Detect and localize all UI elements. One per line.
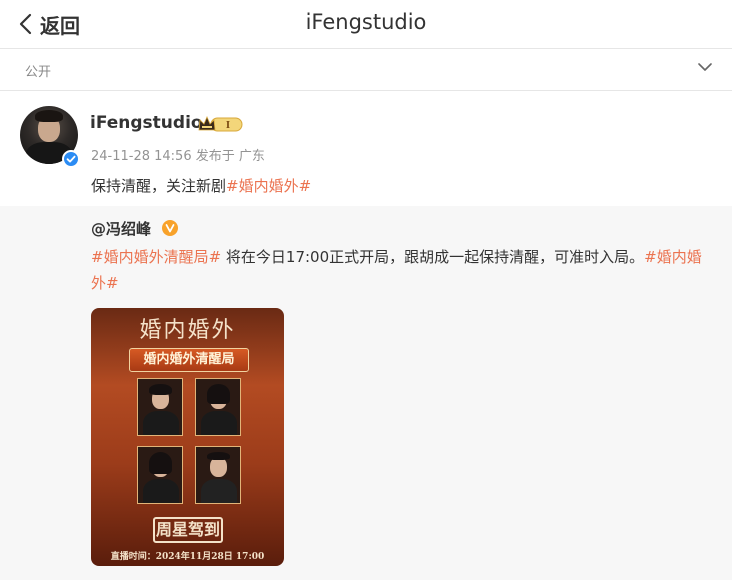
- avatar-hair: [35, 110, 63, 122]
- visibility-selector[interactable]: 公开: [0, 48, 732, 90]
- repost-body: 将在今日17:00正式开局，跟胡成一起保持清醒，可准时入局。: [221, 248, 645, 266]
- poster-logo: 周星驾到: [153, 517, 223, 543]
- repost-text: #婚内婚外清醒局# 将在今日17:00正式开局，跟胡成一起保持清醒，可准时入局。…: [91, 244, 703, 296]
- post-body: 保持清醒，关注新剧#婚内婚外#: [91, 175, 311, 196]
- vip-crown-badge-icon[interactable]: I: [197, 114, 243, 134]
- page-title: iFengstudio: [305, 10, 427, 34]
- post-text: 保持清醒，关注新剧: [91, 177, 227, 195]
- cast-photo-4: [195, 446, 241, 504]
- visibility-divider: [0, 90, 732, 91]
- poster-footer: 直播时间：2024年11月28日 17:00: [110, 552, 265, 562]
- post-hashtag-link[interactable]: #婚内婚外#: [226, 177, 311, 195]
- svg-text:I: I: [226, 121, 230, 131]
- repost-author[interactable]: @冯绍峰: [91, 218, 151, 239]
- post-location: 发布于 广东: [195, 149, 265, 164]
- verified-badge-icon: [62, 150, 80, 168]
- chevron-down-icon: [698, 63, 712, 71]
- post-timestamp: 24-11-28 14:56: [91, 149, 192, 164]
- poster-script-title: 婚内婚外: [139, 318, 236, 343]
- repost-card[interactable]: @冯绍峰 #婚内婚外清醒局# 将在今日17:00正式开局，跟胡成一起保持清醒，可…: [0, 206, 732, 580]
- post-meta: 24-11-28 14:56 发布于 广东: [91, 145, 265, 164]
- poster-image[interactable]: 婚内婚外 婚内婚外清醒局 周星驾到 直播时间：2024年11月28日 17:00: [91, 308, 284, 566]
- repost-hashtag-link-1[interactable]: #婚内婚外清醒局#: [91, 248, 221, 266]
- top-bar: 返回 iFengstudio: [0, 0, 732, 48]
- cast-photo-3: [137, 446, 183, 504]
- orange-verified-icon: [162, 220, 178, 236]
- cast-photo-1: [137, 378, 183, 436]
- poster-banner: 婚内婚外清醒局: [129, 348, 249, 372]
- username[interactable]: iFengstudio: [90, 113, 203, 133]
- cast-photo-2: [195, 378, 241, 436]
- visibility-label: 公开: [25, 65, 52, 80]
